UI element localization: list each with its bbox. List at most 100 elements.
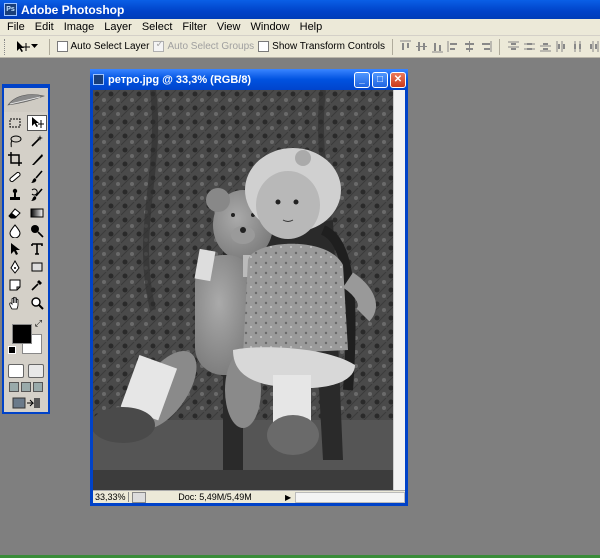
zoom-level[interactable]: 33,33% [93,492,129,502]
crop-icon [8,152,22,166]
hand-tool[interactable] [5,295,25,311]
align-top-edges-icon[interactable] [399,40,412,53]
align-left-edges-icon[interactable] [447,40,460,53]
distribute-vertical-centers-icon[interactable] [523,40,536,53]
standard-screen-mode-button[interactable] [9,382,19,392]
blur-drop-icon [9,224,21,238]
quick-mask-mode-button[interactable] [28,364,44,378]
tool-grid [4,112,48,314]
slice-tool[interactable] [27,151,47,167]
menu-filter[interactable]: Filter [177,21,211,33]
menu-view[interactable]: View [212,21,246,33]
zoom-tool[interactable] [27,295,47,311]
distribute-left-icon[interactable] [555,40,568,53]
crop-tool[interactable] [5,151,25,167]
default-colors-icon[interactable] [8,346,16,354]
checkbox-box[interactable] [56,41,68,52]
clone-stamp-tool[interactable] [5,187,25,203]
healing-brush-tool[interactable] [5,169,25,185]
checkbox-box[interactable] [258,41,270,52]
dodge-tool[interactable] [27,223,47,239]
window-buttons: _ □ ✕ [354,71,408,88]
magnifier-icon [31,297,44,310]
menu-file[interactable]: File [2,21,30,33]
maximize-button[interactable]: □ [372,71,388,88]
minimize-button[interactable]: _ [354,71,370,88]
retro-photo-image [93,90,393,490]
align-bottom-edges-icon[interactable] [431,40,444,53]
auto-select-layer-checkbox[interactable]: Auto Select Layer [56,41,150,52]
menu-layer[interactable]: Layer [99,21,137,33]
eraser-tool[interactable] [5,205,25,221]
full-screen-menu-mode-button[interactable] [21,382,31,392]
eyedropper-tool[interactable] [27,277,47,293]
hand-icon [9,296,19,310]
options-grip[interactable] [4,38,6,55]
document-title-bar[interactable]: ретро.jpg @ 33,3% (RGB/8) _ □ ✕ [90,69,408,90]
menu-window[interactable]: Window [246,21,295,33]
move-tool[interactable] [27,115,47,131]
print-preview-icon[interactable] [132,491,146,503]
distribute-horizontal-centers-icon[interactable] [571,40,584,53]
tool-preset-picker[interactable] [10,40,42,54]
menu-help[interactable]: Help [295,21,328,33]
bandage-icon [9,171,21,183]
quick-mask-modes [4,364,48,378]
brush-tool[interactable] [27,169,47,185]
document-window: ретро.jpg @ 33,3% (RGB/8) _ □ ✕ 33,33% D… [90,69,408,506]
marquee-tool[interactable] [5,115,25,131]
document-size: Doc: 5,49M/5,49M [178,492,252,502]
distribute-right-icon[interactable] [587,40,600,53]
lasso-icon [10,135,22,148]
type-tool[interactable] [27,241,47,257]
pen-icon [10,260,20,274]
swap-colors-icon[interactable]: ⤢ [35,318,42,329]
magic-wand-tool[interactable] [27,133,47,149]
separator [49,38,50,55]
gradient-tool[interactable] [27,205,47,221]
show-transform-controls-checkbox[interactable]: Show Transform Controls [258,41,385,52]
auto-select-layer-label: Auto Select Layer [70,41,150,52]
slice-icon [32,154,43,165]
canvas-area[interactable] [93,90,405,490]
menu-image[interactable]: Image [59,21,100,33]
distribute-buttons [507,40,600,53]
marquee-icon [9,118,21,128]
menu-select[interactable]: Select [137,21,178,33]
tools-palette-header[interactable] [4,88,48,112]
status-menu-arrow-icon[interactable]: ▶ [285,493,295,502]
menu-edit[interactable]: Edit [30,21,59,33]
foreground-color-swatch[interactable] [12,324,32,344]
path-selection-tool[interactable] [5,241,25,257]
status-bar: 33,33% Doc: 5,49M/5,49M ▶ [93,490,405,503]
pen-tool[interactable] [5,259,25,275]
color-swatches: ⤢ [8,318,44,360]
lasso-tool[interactable] [5,133,25,149]
history-brush-tool[interactable] [27,187,47,203]
shape-tool[interactable] [27,259,47,275]
document-title: ретро.jpg @ 33,3% (RGB/8) [108,73,252,86]
align-right-edges-icon[interactable] [479,40,492,53]
distribute-bottom-icon[interactable] [539,40,552,53]
show-transform-controls-label: Show Transform Controls [272,41,385,52]
photoshop-logo-icon: Ps [4,3,17,16]
align-vertical-centers-icon[interactable] [415,40,428,53]
arrow-icon [11,243,20,255]
full-screen-mode-button[interactable] [33,382,43,392]
horizontal-scrollbar[interactable] [295,491,405,503]
blur-tool[interactable] [5,223,25,239]
feather-icon [7,94,46,106]
notes-tool[interactable] [5,277,25,293]
jump-to-row [4,396,48,410]
jump-to-imageready-icon[interactable] [11,396,41,410]
close-button[interactable]: ✕ [390,71,406,88]
eraser-icon [8,208,21,219]
distribute-top-icon[interactable] [507,40,520,53]
magic-wand-icon [31,135,43,147]
app-title: Adobe Photoshop [21,2,125,17]
align-horizontal-centers-icon[interactable] [463,40,476,53]
auto-select-groups-checkbox: Auto Select Groups [153,39,254,52]
standard-mode-button[interactable] [8,364,24,378]
chevron-down-icon [31,44,38,48]
vertical-scrollbar[interactable] [393,90,405,490]
